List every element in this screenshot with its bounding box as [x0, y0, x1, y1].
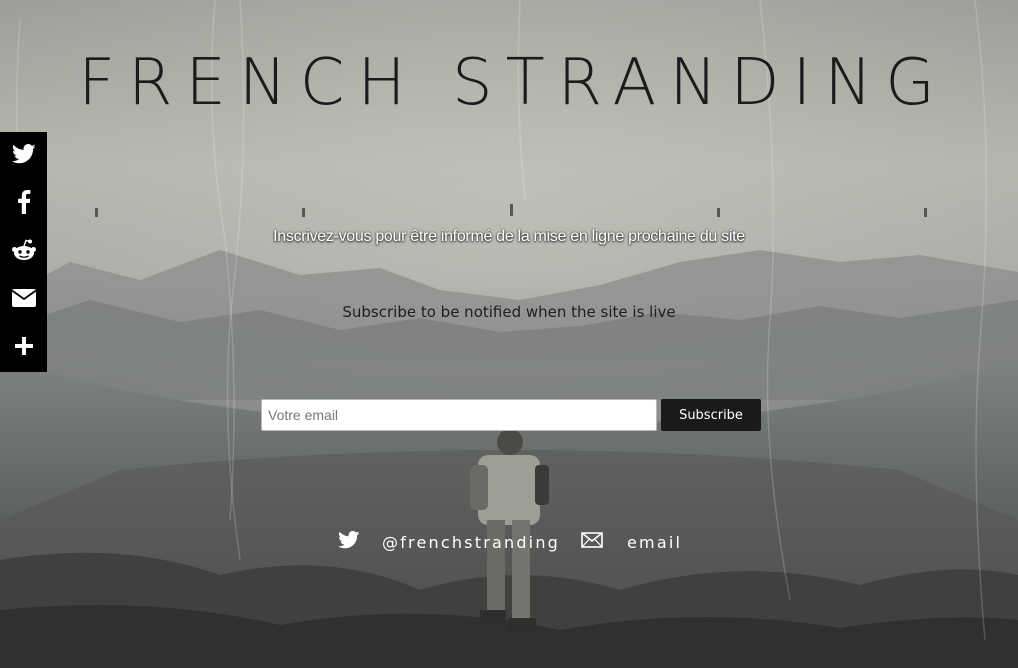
share-twitter-button[interactable] [0, 132, 47, 180]
twitter-icon [11, 144, 36, 168]
share-email-button[interactable] [0, 276, 47, 324]
share-facebook-button[interactable] [0, 180, 47, 228]
plus-icon [14, 337, 33, 359]
email-input[interactable] [261, 399, 657, 431]
site-title: FRENCH STRANDING [78, 46, 948, 120]
facebook-icon [17, 190, 31, 218]
social-links: @frenchstranding email [0, 528, 1018, 556]
subscribe-button[interactable]: Subscribe [661, 399, 761, 431]
share-reddit-button[interactable] [0, 228, 47, 276]
email-link[interactable]: email [581, 528, 682, 556]
subtitle-french: Inscrivez-vous pour être informé de la m… [273, 228, 745, 245]
subscribe-form: Subscribe [261, 399, 761, 431]
email-icon [10, 289, 37, 311]
twitter-handle: @frenchstranding [382, 532, 561, 552]
share-more-button[interactable] [0, 324, 47, 372]
reddit-icon [11, 239, 37, 265]
share-sidebar [0, 132, 47, 372]
email-label: email [627, 532, 683, 552]
twitter-link[interactable]: @frenchstranding [338, 528, 560, 556]
subtitle-english: Subscribe to be notified when the site i… [342, 303, 676, 321]
envelope-icon [581, 532, 603, 552]
twitter-bird-icon [338, 531, 360, 553]
